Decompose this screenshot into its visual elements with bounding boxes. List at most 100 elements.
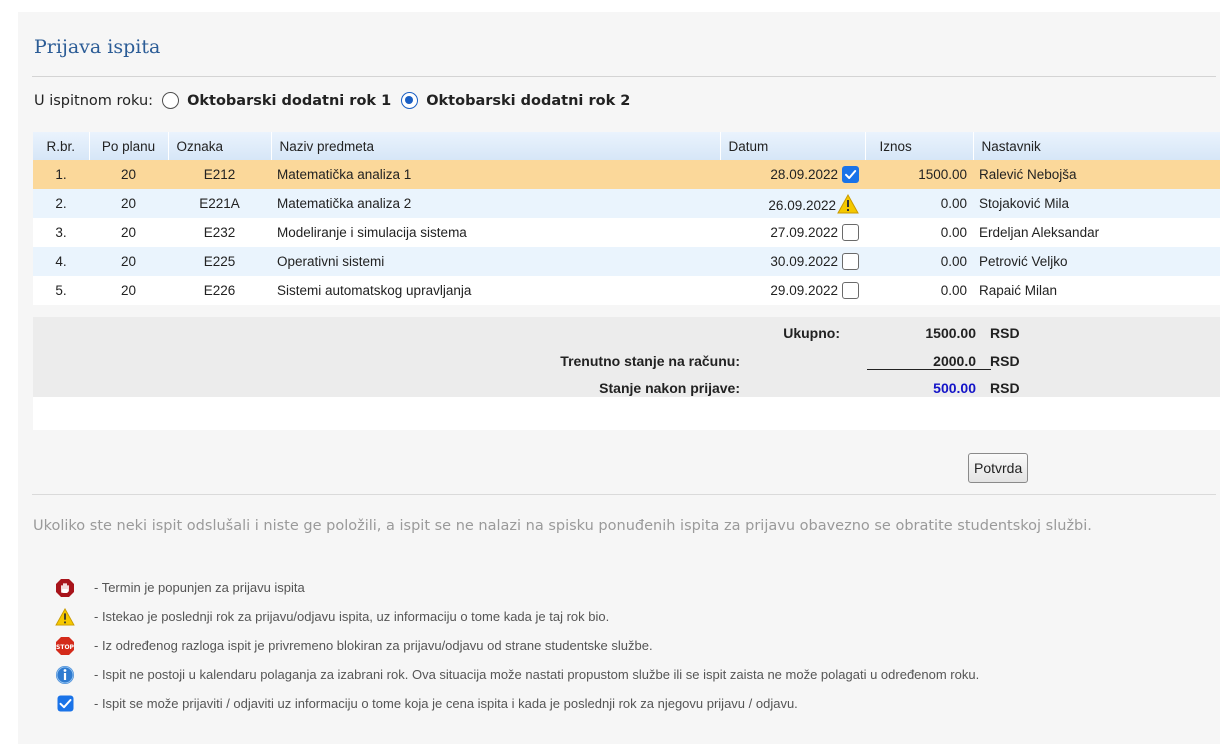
register-checkbox[interactable]	[842, 282, 859, 299]
legend-text: - Iz određenog razloga ispit je privreme…	[94, 638, 653, 653]
table-row[interactable]: 3. 20 E232 Modeliranje i simulacija sist…	[33, 218, 1220, 247]
cell-nastavnik: Rapaić Milan	[973, 276, 1220, 305]
warning-icon[interactable]	[837, 193, 859, 214]
payment-summary: Ukupno: 1500.00 RSD Trenutno stanje na r…	[33, 317, 1220, 404]
cell-nastavnik: Stojaković Mila	[973, 189, 1220, 218]
confirm-button[interactable]: Potvrda	[968, 453, 1029, 483]
date-text: 30.09.2022	[770, 254, 838, 269]
checkbox-checked-icon	[54, 693, 76, 715]
balance-currency: RSD	[990, 353, 1020, 369]
exam-period-radio-1[interactable]	[162, 92, 180, 109]
cell-naziv: Modeliranje i simulacija sistema	[271, 218, 720, 247]
info-note: Ukoliko ste neki ispit odslušali i niste…	[33, 518, 1092, 534]
cell-nastavnik: Ralević Nebojša	[973, 160, 1220, 189]
footer-divider	[32, 494, 1216, 495]
cell-datum: 27.09.2022	[720, 218, 865, 247]
icon-legend: - Termin je popunjen za prijavu ispita -…	[54, 573, 979, 718]
table-row[interactable]: 4. 20 E225 Operativni sistemi 30.09.2022…	[33, 247, 1220, 276]
cell-po-planu: 20	[89, 247, 168, 276]
legend-text: - Ispit ne postoji u kalendaru polaganja…	[94, 667, 980, 682]
cell-oznaka: E232	[168, 218, 271, 247]
table-row[interactable]: 2. 20 E221A Matematička analiza 2 26.09.…	[33, 189, 1220, 218]
total-value: 1500.00	[925, 325, 976, 341]
cell-iznos: 0.00	[865, 189, 973, 218]
legend-item: - Termin je popunjen za prijavu ispita	[54, 573, 979, 602]
warning-icon	[54, 606, 76, 628]
balance-after-currency: RSD	[990, 380, 1020, 396]
column-header-datum: Datum	[720, 132, 866, 160]
balance-label: Trenutno stanje na računu:	[560, 353, 740, 369]
legend-text: - Ispit se može prijaviti / odjaviti uz …	[94, 696, 798, 711]
register-checkbox[interactable]	[842, 253, 859, 270]
cell-datum: 26.09.2022	[720, 189, 865, 218]
legend-item: - Ispit ne postoji u kalendaru polaganja…	[54, 660, 979, 689]
date-text: 27.09.2022	[770, 225, 838, 240]
title-divider	[32, 76, 1216, 77]
cell-datum: 28.09.2022	[720, 160, 865, 189]
exam-period-radio-2[interactable]	[401, 92, 419, 109]
info-icon	[54, 664, 76, 686]
svg-text:STOP: STOP	[56, 644, 75, 651]
hand-stop-icon	[54, 577, 76, 599]
cell-po-planu: 20	[89, 160, 168, 189]
stop-sign-icon: STOP	[54, 635, 76, 657]
cell-oznaka: E225	[168, 247, 271, 276]
summary-divider	[867, 369, 991, 370]
column-header-iznos: Iznos	[865, 132, 974, 160]
cell-nastavnik: Erdeljan Aleksandar	[973, 218, 1220, 247]
cell-rbr: 3.	[33, 218, 89, 247]
legend-text: - Termin je popunjen za prijavu ispita	[94, 580, 305, 595]
cell-nastavnik: Petrović Veljko	[973, 247, 1220, 276]
cell-iznos: 0.00	[865, 247, 973, 276]
cell-iznos: 0.00	[865, 218, 973, 247]
column-header-rbr: R.br.	[33, 132, 90, 160]
column-header-po-planu: Po planu	[89, 132, 169, 160]
table-footer-spacer	[33, 397, 1220, 430]
legend-item: STOP - Iz određenog razloga ispit je pri…	[54, 631, 979, 660]
cell-oznaka: E212	[168, 160, 271, 189]
column-header-nastavnik: Nastavnik	[973, 132, 1220, 160]
column-header-oznaka: Oznaka	[168, 132, 272, 160]
legend-item: - Istekao je poslednji rok za prijavu/od…	[54, 602, 979, 631]
cell-po-planu: 20	[89, 218, 168, 247]
cell-naziv: Matematička analiza 2	[271, 189, 720, 218]
cell-datum: 29.09.2022	[720, 276, 865, 305]
register-checkbox[interactable]	[842, 224, 859, 241]
table-row[interactable]: 5. 20 E226 Sistemi automatskog upravljan…	[33, 276, 1220, 305]
total-currency: RSD	[990, 325, 1020, 341]
legend-item: - Ispit se može prijaviti / odjaviti uz …	[54, 689, 979, 718]
exam-table: R.br. Po planu Oznaka Naziv predmeta Dat…	[33, 132, 1220, 305]
exam-period-option-2[interactable]: Oktobarski dodatni rok 2	[426, 93, 630, 109]
exam-period-option-1[interactable]: Oktobarski dodatni rok 1	[187, 93, 391, 109]
cell-oznaka: E221A	[168, 189, 271, 218]
exam-period-label: U ispitnom roku:	[34, 92, 154, 109]
cell-naziv: Matematička analiza 1	[271, 160, 720, 189]
balance-after-value: 500.00	[933, 380, 976, 396]
exam-period-selector: U ispitnom roku: Oktobarski dodatni rok …	[34, 92, 640, 109]
cell-rbr: 4.	[33, 247, 89, 276]
cell-naziv: Operativni sistemi	[271, 247, 720, 276]
cell-oznaka: E226	[168, 276, 271, 305]
page-title: Prijava ispita	[34, 36, 161, 58]
legend-text: - Istekao je poslednji rok za prijavu/od…	[94, 609, 610, 624]
cell-iznos: 1500.00	[865, 160, 973, 189]
cell-rbr: 5.	[33, 276, 89, 305]
register-checkbox[interactable]	[842, 166, 859, 183]
cell-po-planu: 20	[89, 276, 168, 305]
cell-datum: 30.09.2022	[720, 247, 865, 276]
table-header-row: R.br. Po planu Oznaka Naziv predmeta Dat…	[33, 132, 1220, 160]
balance-value: 2000.0	[933, 353, 976, 369]
date-text: 29.09.2022	[770, 283, 838, 298]
cell-naziv: Sistemi automatskog upravljanja	[271, 276, 720, 305]
date-text: 28.09.2022	[770, 167, 838, 182]
total-label: Ukupno:	[783, 325, 840, 341]
cell-rbr: 2.	[33, 189, 89, 218]
column-header-naziv: Naziv predmeta	[271, 132, 721, 160]
cell-po-planu: 20	[89, 189, 168, 218]
table-row[interactable]: 1. 20 E212 Matematička analiza 1 28.09.2…	[33, 160, 1220, 189]
exam-registration-panel: Prijava ispita U ispitnom roku: Oktobars…	[18, 12, 1220, 744]
date-text: 26.09.2022	[768, 198, 836, 213]
balance-after-label: Stanje nakon prijave:	[599, 380, 740, 396]
cell-iznos: 0.00	[865, 276, 973, 305]
cell-rbr: 1.	[33, 160, 89, 189]
